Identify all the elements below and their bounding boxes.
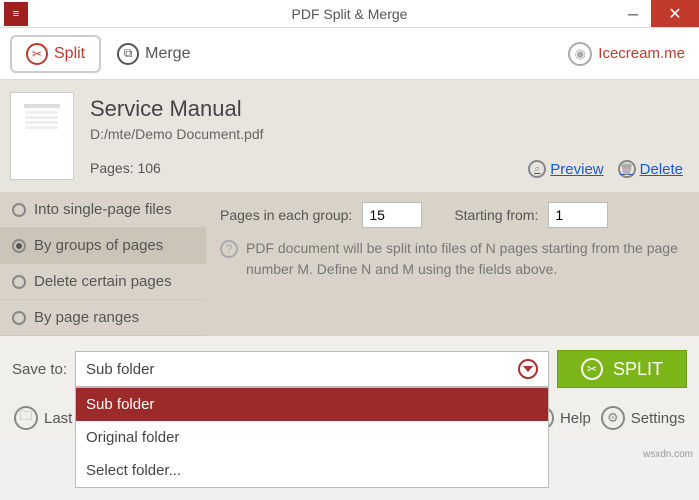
window-controls: ─ ✕: [615, 0, 699, 27]
chevron-down-icon: [518, 359, 538, 379]
split-button-label: SPLIT: [613, 359, 663, 380]
save-to-dropdown[interactable]: Sub folder Sub folder Original folder Se…: [75, 351, 549, 387]
pages-each-label: Pages in each group:: [220, 207, 352, 223]
mode-single-label: Into single-page files: [34, 201, 172, 218]
document-info: Service Manual D:/mte/Demo Document.pdf …: [90, 96, 528, 176]
document-actions: ⌕ Preview 🗑 Delete: [528, 160, 683, 182]
radio-icon: [12, 203, 26, 217]
scissors-icon: ✂: [581, 358, 603, 380]
settings-label: Settings: [631, 410, 685, 427]
start-from-label: Starting from:: [454, 207, 538, 223]
last-button[interactable]: 🗀 Last: [14, 406, 72, 430]
preview-link[interactable]: ⌕ Preview: [528, 160, 603, 178]
watermark: wsxdn.com: [643, 449, 693, 460]
split-button[interactable]: ✂ SPLIT: [557, 350, 687, 388]
dd-item-label: Sub folder: [86, 396, 154, 413]
info-text: PDF document will be split into files of…: [246, 238, 685, 280]
icecream-icon: ◉: [568, 42, 592, 66]
help-label: Help: [560, 410, 591, 427]
dropdown-item-original[interactable]: Original folder: [76, 421, 548, 454]
dd-item-label: Select folder...: [86, 462, 181, 479]
pages-each-input[interactable]: [362, 202, 422, 228]
last-label: Last: [44, 410, 72, 427]
scissors-icon: ✂: [26, 43, 48, 65]
title-bar: ≡ PDF Split & Merge ─ ✕: [0, 0, 699, 28]
info-icon: ?: [220, 240, 238, 258]
split-mode-list: Into single-page files By groups of page…: [0, 192, 206, 336]
window-title: PDF Split & Merge: [292, 6, 408, 22]
tab-split-label: Split: [54, 45, 85, 63]
start-from-input[interactable]: [548, 202, 608, 228]
save-row: Save to: Sub folder Sub folder Original …: [0, 336, 699, 398]
trash-icon: 🗑: [618, 160, 636, 178]
folder-icon: 🗀: [14, 406, 38, 430]
dropdown-item-select[interactable]: Select folder...: [76, 454, 548, 487]
delete-label: Delete: [640, 161, 683, 178]
options-row: Into single-page files By groups of page…: [0, 192, 699, 336]
gear-icon: ⚙: [601, 406, 625, 430]
merge-icon: ⧉: [117, 43, 139, 65]
radio-icon: [12, 311, 26, 325]
mode-single-page[interactable]: Into single-page files: [0, 192, 206, 228]
app-icon: ≡: [4, 2, 28, 26]
document-thumbnail: [10, 92, 74, 180]
brand-link[interactable]: ◉ Icecream.me: [568, 42, 685, 66]
dd-item-label: Original folder: [86, 429, 179, 446]
magnifier-icon: ⌕: [528, 160, 546, 178]
document-pages: Pages: 106: [90, 160, 528, 176]
radio-icon: [12, 239, 26, 253]
tab-merge-label: Merge: [145, 45, 190, 63]
mode-page-ranges[interactable]: By page ranges: [0, 300, 206, 336]
brand-label: Icecream.me: [598, 45, 685, 62]
dropdown-selected[interactable]: Sub folder: [75, 351, 549, 387]
mode-delete-pages[interactable]: Delete certain pages: [0, 264, 206, 300]
radio-icon: [12, 275, 26, 289]
mode-delete-label: Delete certain pages: [34, 273, 172, 290]
mode-ranges-label: By page ranges: [34, 309, 139, 326]
params-panel: Pages in each group: Starting from: ? PD…: [206, 192, 699, 336]
info-row: ? PDF document will be split into files …: [220, 238, 685, 280]
dropdown-list: Sub folder Original folder Select folder…: [75, 387, 549, 488]
document-title: Service Manual: [90, 96, 528, 122]
minimize-button[interactable]: ─: [615, 0, 651, 27]
param-row: Pages in each group: Starting from:: [220, 202, 685, 228]
tab-bar: ✂ Split ⧉ Merge ◉ Icecream.me: [0, 28, 699, 80]
settings-button[interactable]: ⚙ Settings: [601, 406, 685, 430]
dropdown-item-subfolder[interactable]: Sub folder: [76, 388, 548, 421]
document-area: Service Manual D:/mte/Demo Document.pdf …: [0, 80, 699, 192]
save-to-label: Save to:: [12, 361, 67, 378]
document-path: D:/mte/Demo Document.pdf: [90, 126, 528, 142]
dropdown-selected-label: Sub folder: [86, 361, 154, 378]
close-button[interactable]: ✕: [651, 0, 699, 27]
delete-link[interactable]: 🗑 Delete: [618, 160, 683, 178]
mode-groups-label: By groups of pages: [34, 237, 163, 254]
mode-groups[interactable]: By groups of pages: [0, 228, 206, 264]
preview-label: Preview: [550, 161, 603, 178]
tab-split[interactable]: ✂ Split: [10, 35, 101, 73]
tab-merge[interactable]: ⧉ Merge: [101, 35, 206, 73]
